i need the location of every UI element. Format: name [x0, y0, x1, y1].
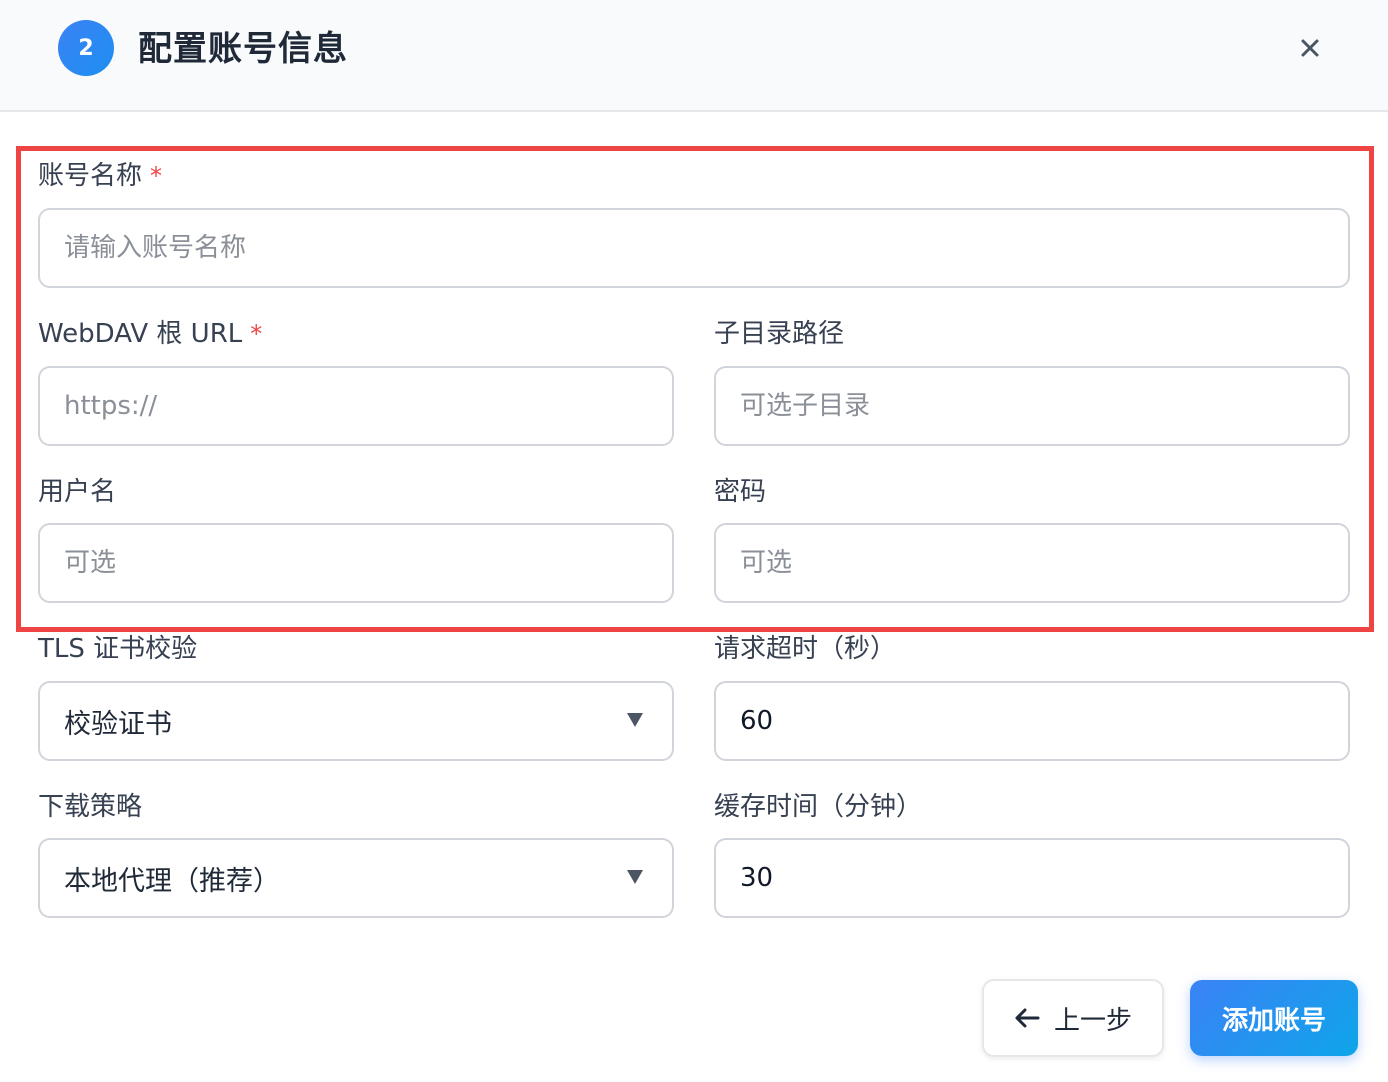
timeout-label: 请求超时（秒）: [714, 634, 897, 664]
tls-select-value: 校验证书: [64, 708, 172, 740]
back-button-label: 上一步: [1053, 1005, 1132, 1036]
required-mark: *: [150, 162, 163, 190]
cache-label: 缓存时间（分钟）: [714, 792, 923, 822]
download-label: 下载策略: [38, 792, 143, 822]
dialog-header: 2 配置账号信息: [0, 0, 1388, 112]
webdav-url-label: WebDAV 根 URL *: [38, 316, 262, 352]
back-button[interactable]: 上一步: [982, 979, 1164, 1057]
add-account-button-label: 添加账号: [1221, 1005, 1326, 1036]
caret-down-icon: [627, 713, 643, 727]
dialog-title: 配置账号信息: [138, 29, 348, 69]
username-input[interactable]: [38, 523, 674, 603]
step-badge: 2: [58, 20, 114, 76]
cache-input[interactable]: [714, 838, 1350, 918]
tls-select[interactable]: 校验证书: [38, 681, 674, 761]
account-name-label-text: 账号名称: [38, 161, 143, 191]
download-select-value: 本地代理（推荐）: [64, 865, 280, 897]
close-icon: [1301, 39, 1319, 57]
subdir-input[interactable]: [714, 366, 1350, 446]
password-input[interactable]: [714, 523, 1350, 603]
webdav-url-input[interactable]: [38, 366, 674, 446]
tls-label: TLS 证书校验: [38, 634, 198, 664]
timeout-input[interactable]: [714, 681, 1350, 761]
account-name-input[interactable]: [38, 208, 1350, 288]
webdav-url-label-text: WebDAV 根 URL: [38, 319, 243, 349]
required-mark: *: [250, 320, 263, 348]
caret-down-icon: [627, 870, 643, 884]
username-label: 用户名: [38, 477, 117, 507]
subdir-label: 子目录路径: [714, 319, 845, 349]
arrow-left-icon: [1015, 1008, 1040, 1028]
password-label: 密码: [714, 477, 767, 507]
account-name-label: 账号名称 *: [38, 158, 162, 194]
download-select[interactable]: 本地代理（推荐）: [38, 838, 674, 918]
add-account-button[interactable]: 添加账号: [1190, 980, 1358, 1056]
close-button[interactable]: [1290, 28, 1330, 68]
